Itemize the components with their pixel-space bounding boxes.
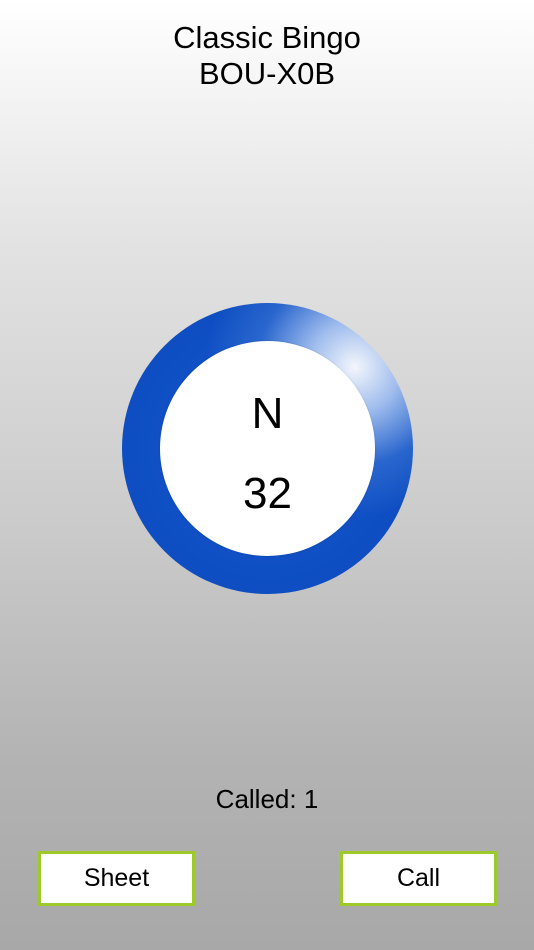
bingo-ball: N 32	[122, 303, 413, 594]
game-title: Classic Bingo	[173, 20, 361, 55]
sheet-button[interactable]: Sheet	[38, 851, 195, 906]
game-header: Classic Bingo BOU-X0B	[0, 20, 534, 92]
bingo-ball-face: N 32	[160, 341, 375, 556]
sheet-button-label: Sheet	[83, 864, 150, 892]
call-button[interactable]: Call	[340, 851, 497, 906]
call-button-label: Call	[396, 864, 441, 892]
game-code: BOU-X0B	[198, 56, 336, 91]
called-count-status: Called: 1	[0, 783, 534, 815]
called-label: Called:	[215, 784, 297, 814]
called-count: 1	[303, 784, 319, 814]
ball-number: 32	[243, 469, 292, 518]
ball-letter: N	[251, 389, 284, 438]
